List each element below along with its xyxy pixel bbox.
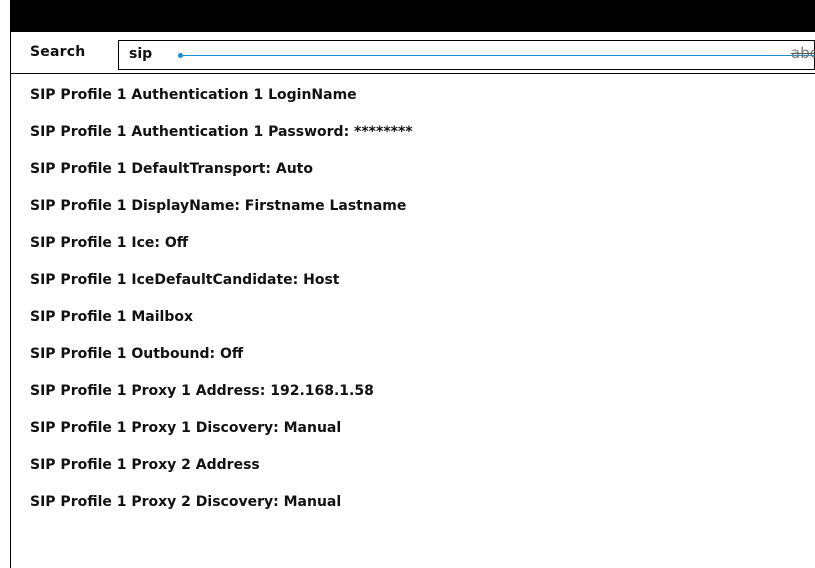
search-label: Search xyxy=(30,44,86,60)
search-input[interactable]: sip abc xyxy=(118,40,815,70)
result-item[interactable]: SIP Profile 1 Proxy 2 Address xyxy=(30,447,800,484)
result-item[interactable]: SIP Profile 1 Authentication 1 Password:… xyxy=(30,114,800,151)
result-item[interactable]: SIP Profile 1 DisplayName: Firstname Las… xyxy=(30,188,800,225)
result-item[interactable]: SIP Profile 1 Outbound: Off xyxy=(30,336,800,373)
result-item[interactable]: SIP Profile 1 Proxy 1 Discovery: Manual xyxy=(30,410,800,447)
top-bar xyxy=(10,0,815,32)
search-results-list: SIP Profile 1 Authentication 1 LoginName… xyxy=(30,77,800,521)
result-item[interactable]: SIP Profile 1 DefaultTransport: Auto xyxy=(30,151,800,188)
keyboard-mode-hint: abc xyxy=(791,44,815,62)
text-cursor-line xyxy=(181,55,815,56)
result-item[interactable]: SIP Profile 1 Proxy 1 Address: 192.168.1… xyxy=(30,373,800,410)
result-item[interactable]: SIP Profile 1 Ice: Off xyxy=(30,225,800,262)
search-input-value: sip xyxy=(129,46,153,62)
result-item[interactable]: SIP Profile 1 Mailbox xyxy=(30,299,800,336)
result-item[interactable]: SIP Profile 1 Authentication 1 LoginName xyxy=(30,77,800,114)
result-item[interactable]: SIP Profile 1 IceDefaultCandidate: Host xyxy=(30,262,800,299)
search-bar: Search sip abc xyxy=(11,32,815,74)
result-item[interactable]: SIP Profile 1 Proxy 2 Discovery: Manual xyxy=(30,484,800,521)
